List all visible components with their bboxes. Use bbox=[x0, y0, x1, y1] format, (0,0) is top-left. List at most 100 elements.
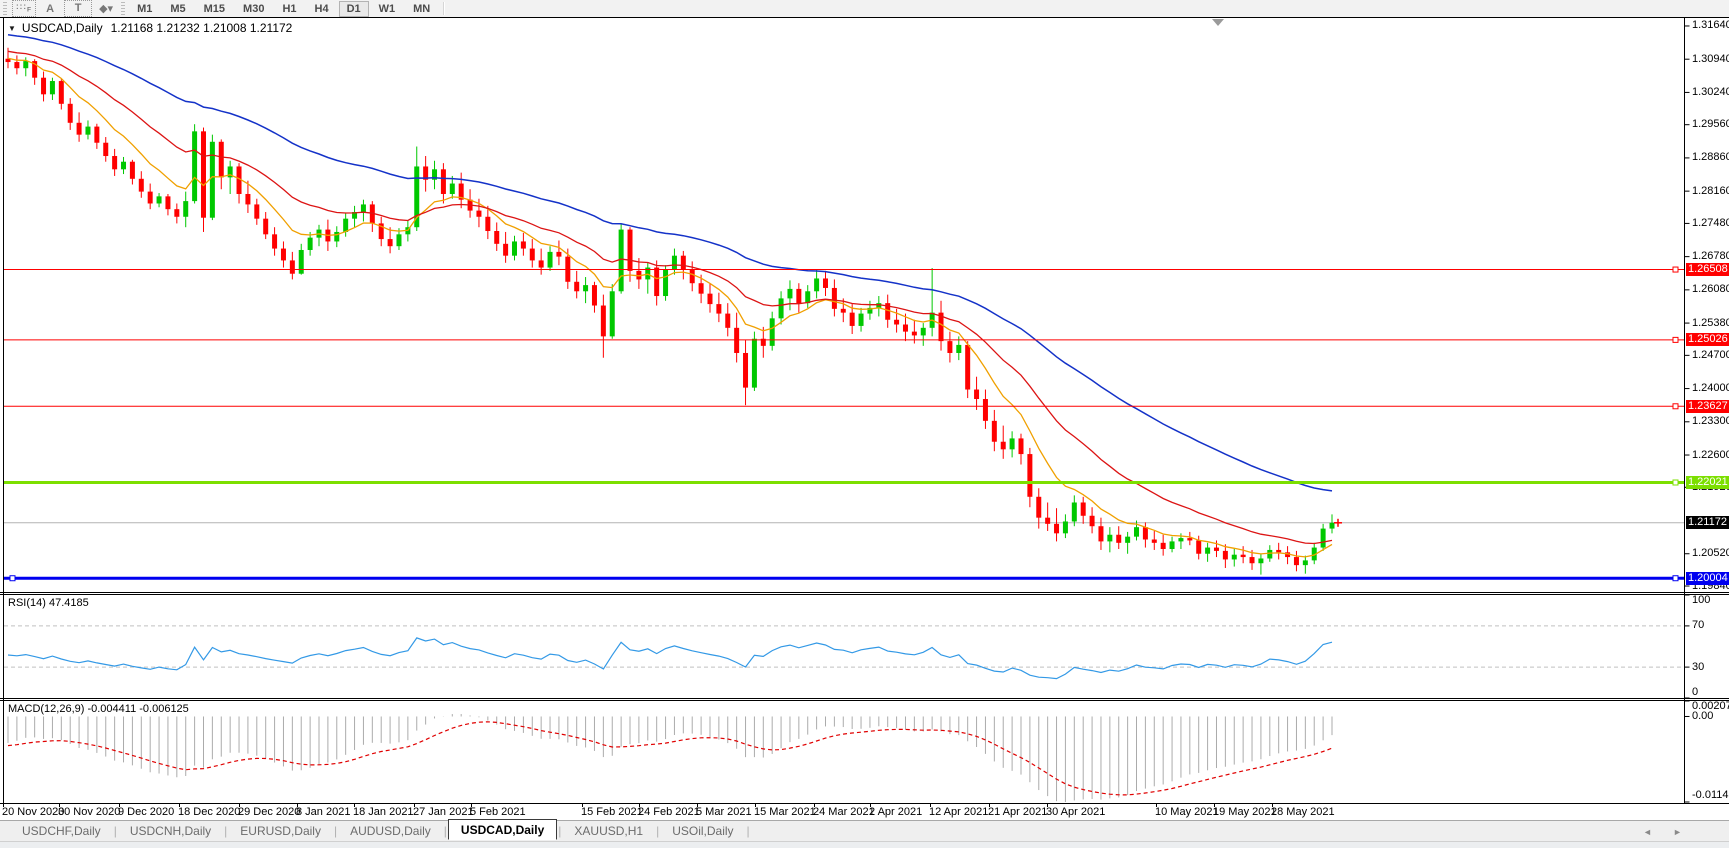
price-axis-label: 1.26080 bbox=[1692, 283, 1729, 296]
candle-body bbox=[751, 338, 757, 388]
date-label: 18 Jan 2021 bbox=[353, 806, 414, 818]
candle-body bbox=[947, 341, 953, 353]
date-label: 19 May 2021 bbox=[1213, 806, 1277, 818]
tab-usdcnh-daily[interactable]: USDCNH,Daily bbox=[118, 822, 223, 840]
line-handle[interactable] bbox=[1672, 575, 1679, 582]
date-label: 2 Apr 2021 bbox=[869, 806, 923, 818]
candle-body bbox=[1302, 560, 1308, 566]
candle-body bbox=[1222, 550, 1228, 560]
line-handle[interactable] bbox=[1672, 266, 1679, 273]
candle-body bbox=[396, 234, 402, 247]
tab-scroll-right-icon[interactable]: ► bbox=[1673, 827, 1682, 837]
price-axis-label: 1.29560 bbox=[1692, 118, 1729, 131]
date-label: 30 Nov 2020 bbox=[58, 806, 121, 818]
tab-usdcad-daily[interactable]: USDCAD,Daily bbox=[447, 819, 558, 840]
date-label: 5 Mar 2021 bbox=[696, 806, 752, 818]
candle-body bbox=[1329, 522, 1335, 529]
tab-xauusd-h1[interactable]: XAUUSD,H1 bbox=[562, 822, 655, 840]
candle-body bbox=[41, 77, 47, 95]
date-label: 24 Feb 2021 bbox=[638, 806, 700, 818]
candle-body bbox=[1054, 523, 1060, 534]
candle-body bbox=[263, 218, 269, 235]
candle-body bbox=[129, 161, 135, 179]
candle-body bbox=[476, 210, 482, 217]
candle-body bbox=[272, 234, 278, 249]
ema-slow-line bbox=[7, 33, 1333, 492]
candle-body bbox=[156, 196, 162, 204]
date-label: 20 Nov 2020 bbox=[2, 806, 65, 818]
candle-body bbox=[556, 251, 562, 257]
candle-body bbox=[298, 249, 304, 274]
line-handle[interactable] bbox=[1672, 479, 1679, 486]
tab-eurusd-daily[interactable]: EURUSD,Daily bbox=[228, 822, 333, 840]
candle-body bbox=[94, 126, 100, 143]
candle-body bbox=[343, 218, 349, 232]
candle-body bbox=[1178, 538, 1184, 542]
candle-body bbox=[1205, 547, 1211, 554]
chart-shift-marker-icon[interactable] bbox=[1212, 19, 1224, 26]
candle-body bbox=[14, 62, 20, 69]
moving-average-lines bbox=[7, 33, 1333, 558]
candle-body bbox=[1062, 521, 1068, 534]
candle-body bbox=[689, 269, 695, 284]
candle-body bbox=[671, 255, 677, 270]
candle-body bbox=[1240, 554, 1246, 558]
candle-body bbox=[1045, 517, 1051, 524]
rsi-axis-label: 70 bbox=[1692, 619, 1705, 632]
candle-body bbox=[1036, 496, 1042, 518]
candle-body bbox=[1089, 515, 1095, 527]
hline-price-tag: 1.26508 bbox=[1686, 263, 1729, 277]
chevron-down-icon[interactable]: ▼ bbox=[8, 24, 16, 33]
candle-body bbox=[974, 389, 980, 400]
candle-body bbox=[1213, 547, 1219, 551]
status-strip bbox=[0, 841, 1729, 848]
candle-body bbox=[485, 216, 491, 232]
candle-body bbox=[840, 308, 846, 313]
price-axis-label: 1.27480 bbox=[1692, 216, 1729, 229]
candle-body bbox=[627, 229, 633, 271]
candle-body bbox=[698, 283, 704, 294]
candle-body bbox=[103, 142, 109, 157]
rsi-indicator-label: RSI(14) 47.4185 bbox=[8, 597, 89, 609]
candle-body bbox=[387, 239, 393, 247]
tab-audusd-daily[interactable]: AUDUSD,Daily bbox=[338, 822, 443, 840]
candle-body bbox=[538, 260, 544, 268]
price-axis-label: 1.28860 bbox=[1692, 151, 1729, 164]
line-handle[interactable] bbox=[1672, 403, 1679, 410]
candle-body bbox=[1151, 539, 1157, 543]
line-handle[interactable] bbox=[1672, 336, 1679, 343]
date-label: 29 Dec 2020 bbox=[238, 806, 301, 818]
macd-histogram bbox=[7, 714, 1333, 802]
date-label: 15 Feb 2021 bbox=[581, 806, 643, 818]
ema-mid-line bbox=[7, 50, 1333, 545]
candle-body bbox=[360, 204, 366, 213]
hline-price-tag: 1.22021 bbox=[1686, 476, 1729, 489]
tab-scroll-left-icon[interactable]: ◄ bbox=[1643, 827, 1652, 837]
tab-usdchf-daily[interactable]: USDCHF,Daily bbox=[10, 822, 113, 840]
candle-body bbox=[1116, 534, 1122, 543]
rsi-line bbox=[7, 637, 1333, 680]
candle-body bbox=[67, 103, 73, 123]
date-label: 10 May 2021 bbox=[1155, 806, 1219, 818]
macd-indicator-label: MACD(12,26,9) -0.004411 -0.006125 bbox=[8, 703, 189, 715]
chart-canvas[interactable] bbox=[0, 0, 1729, 820]
candle-body bbox=[1320, 528, 1326, 548]
candle-body bbox=[982, 399, 988, 421]
candle-body bbox=[1258, 558, 1264, 564]
candle-body bbox=[449, 183, 455, 194]
candle-body bbox=[245, 193, 251, 205]
current-price-tag: 1.21172 bbox=[1686, 516, 1729, 530]
candle-body bbox=[1080, 502, 1086, 516]
candle-body bbox=[23, 61, 29, 69]
candle-body bbox=[289, 260, 295, 274]
rsi-axis-label: 30 bbox=[1692, 660, 1705, 673]
candle-body bbox=[1231, 554, 1237, 560]
candle-body bbox=[1196, 540, 1202, 554]
line-handle[interactable] bbox=[9, 575, 16, 582]
candle-body bbox=[1276, 549, 1282, 553]
candle-body bbox=[49, 81, 55, 95]
candle-body bbox=[1009, 438, 1015, 450]
tab-divider: | bbox=[746, 824, 750, 838]
tab-usoil-daily[interactable]: USOil,Daily bbox=[660, 822, 745, 840]
candle-body bbox=[1018, 438, 1024, 455]
